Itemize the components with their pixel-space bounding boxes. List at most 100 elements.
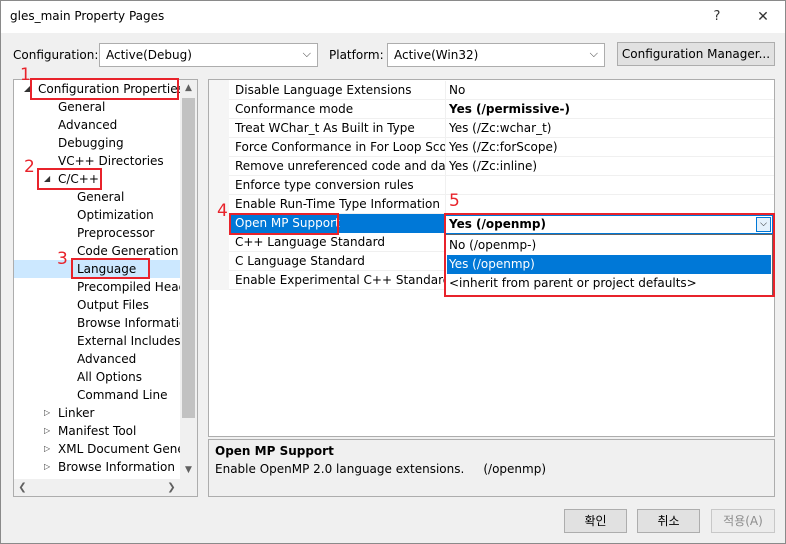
column-divider	[445, 195, 446, 214]
tree-item[interactable]: ▷ Browse Information	[14, 458, 180, 476]
tree-item-label: Optimization	[77, 208, 154, 222]
column-divider	[445, 138, 446, 157]
tree-item[interactable]: ▷ Linker	[14, 404, 180, 422]
property-name: Enable Experimental C++ Standard Library	[235, 273, 445, 287]
property-value[interactable]: No	[449, 83, 465, 97]
column-divider	[445, 81, 446, 100]
tree-item[interactable]: Advanced	[14, 350, 180, 368]
collapsed-triangle-icon[interactable]: ▷	[44, 404, 50, 422]
property-name: Force Conformance in For Loop Scope	[235, 140, 445, 154]
chevron-down-icon: ⌵	[302, 47, 311, 60]
annotation-box-3	[71, 258, 150, 279]
property-name: C++ Language Standard	[235, 235, 385, 249]
tree-item-label: General	[77, 190, 125, 204]
platform-label: Platform:	[329, 48, 384, 62]
tree-item[interactable]: Output Files	[14, 296, 180, 314]
configuration-label: Configuration:	[13, 48, 99, 62]
scroll-thumb[interactable]	[182, 98, 195, 418]
scroll-right-icon[interactable]: ❯	[163, 479, 180, 496]
scroll-left-icon[interactable]: ❮	[14, 479, 31, 496]
property-name: C Language Standard	[235, 254, 365, 268]
property-row[interactable]: Disable Language Extensions No	[229, 81, 774, 100]
annotation-number-4: 4	[217, 201, 228, 221]
tree-item-label: Debugging	[58, 136, 124, 150]
tree-item[interactable]: ▷ XML Document Genera	[14, 440, 197, 458]
property-name: Enforce type conversion rules	[235, 178, 414, 192]
annotation-box-4	[229, 213, 339, 235]
description-text: Enable OpenMP 2.0 language extensions. (…	[215, 462, 547, 476]
grid-gutter	[209, 80, 229, 290]
tree-item[interactable]: Preprocessor	[14, 224, 180, 242]
apply-button[interactable]: 적용(A)	[711, 509, 775, 533]
tree-item-label: Command Line	[77, 388, 168, 402]
tree-horizontal-scrollbar[interactable]: ❮ ❯	[14, 479, 197, 496]
annotation-number-3: 3	[57, 249, 68, 269]
tree-item-label: Linker	[58, 406, 95, 420]
cancel-button[interactable]: 취소	[637, 509, 700, 533]
tree-item-label: External Includes	[77, 334, 181, 348]
platform-value: Active(Win32)	[394, 48, 479, 62]
tree-item[interactable]: Precompiled Heade	[14, 278, 194, 296]
tree-item-label: Precompiled Heade	[77, 280, 194, 294]
tree-item-label: General	[58, 100, 106, 114]
annotation-box-1	[30, 78, 179, 100]
close-button[interactable]: ✕	[749, 5, 777, 29]
collapsed-triangle-icon[interactable]: ▷	[44, 440, 50, 458]
column-divider	[445, 100, 446, 119]
ok-button[interactable]: 확인	[564, 509, 627, 533]
property-name: Enable Run-Time Type Information	[235, 197, 440, 211]
annotation-number-5: 5	[449, 191, 460, 211]
property-name: Treat WChar_t As Built in Type	[235, 121, 415, 135]
configuration-select[interactable]: Active(Debug) ⌵	[99, 43, 318, 67]
property-pages-dialog: gles_main Property Pages ? ✕ Configurati…	[0, 0, 786, 544]
scroll-down-icon[interactable]: ▼	[180, 462, 197, 479]
property-row[interactable]: Force Conformance in For Loop Scope Yes (…	[229, 138, 774, 157]
collapsed-triangle-icon[interactable]: ▷	[44, 458, 50, 476]
tree-item-label: Advanced	[77, 352, 137, 366]
property-value[interactable]: Yes (/Zc:forScope)	[449, 140, 558, 154]
property-row[interactable]: Remove unreferenced code and data Yes (/Z…	[229, 157, 774, 176]
window-title: gles_main Property Pages	[10, 9, 165, 23]
column-divider	[445, 176, 446, 195]
tree-item-label: Preprocessor	[77, 226, 155, 240]
property-row[interactable]: Treat WChar_t As Built in Type Yes (/Zc:w…	[229, 119, 774, 138]
property-value[interactable]: Yes (/Zc:wchar_t)	[449, 121, 551, 135]
column-divider	[445, 157, 446, 176]
tree-item[interactable]: All Options	[14, 368, 180, 386]
tree-item-label: Browse Informatior	[77, 316, 192, 330]
tree-item[interactable]: Optimization	[14, 206, 180, 224]
scroll-up-icon[interactable]: ▲	[180, 80, 197, 97]
tree-item[interactable]: Browse Informatior	[14, 314, 191, 332]
tree-item[interactable]: ▷ Manifest Tool	[14, 422, 180, 440]
description-title: Open MP Support	[215, 444, 334, 458]
property-row[interactable]: Enable Run-Time Type Information	[229, 195, 774, 214]
property-row[interactable]: Enforce type conversion rules	[229, 176, 774, 195]
description-panel: Open MP Support Enable OpenMP 2.0 langua…	[208, 439, 775, 497]
tree-item[interactable]: Debugging	[14, 134, 180, 152]
tree-item[interactable]: Advanced	[14, 116, 180, 134]
configuration-manager-button[interactable]: Configuration Manager...	[617, 42, 775, 66]
property-name: Disable Language Extensions	[235, 83, 412, 97]
annotation-box-5	[444, 213, 775, 297]
tree-item-label: Advanced	[58, 118, 118, 132]
chevron-down-icon: ⌵	[589, 47, 598, 60]
tree-item-label: XML Document Genera	[58, 442, 198, 456]
annotation-number-2: 2	[24, 157, 35, 177]
tree-vertical-scrollbar[interactable]: ▲ ▼	[180, 80, 197, 479]
property-value[interactable]: Yes (/Zc:inline)	[449, 159, 537, 173]
tree-item[interactable]: Command Line	[14, 386, 180, 404]
platform-select[interactable]: Active(Win32) ⌵	[387, 43, 605, 67]
tree-item[interactable]: External Includes	[14, 332, 181, 350]
tree-item-label: Output Files	[77, 298, 149, 312]
tree-item[interactable]: General	[14, 98, 180, 116]
annotation-number-1: 1	[20, 65, 31, 85]
title-bar: gles_main Property Pages ? ✕	[1, 1, 785, 33]
property-name: Remove unreferenced code and data	[235, 159, 445, 173]
property-tree: ◢ Configuration Properties General Advanced…	[13, 79, 198, 497]
tree-item[interactable]: General	[14, 188, 180, 206]
property-row[interactable]: Conformance mode Yes (/permissive-)	[229, 100, 774, 119]
property-value[interactable]: Yes (/permissive-)	[449, 102, 570, 116]
help-button[interactable]: ?	[705, 5, 729, 29]
collapsed-triangle-icon[interactable]: ▷	[44, 422, 50, 440]
configuration-value: Active(Debug)	[106, 48, 192, 62]
